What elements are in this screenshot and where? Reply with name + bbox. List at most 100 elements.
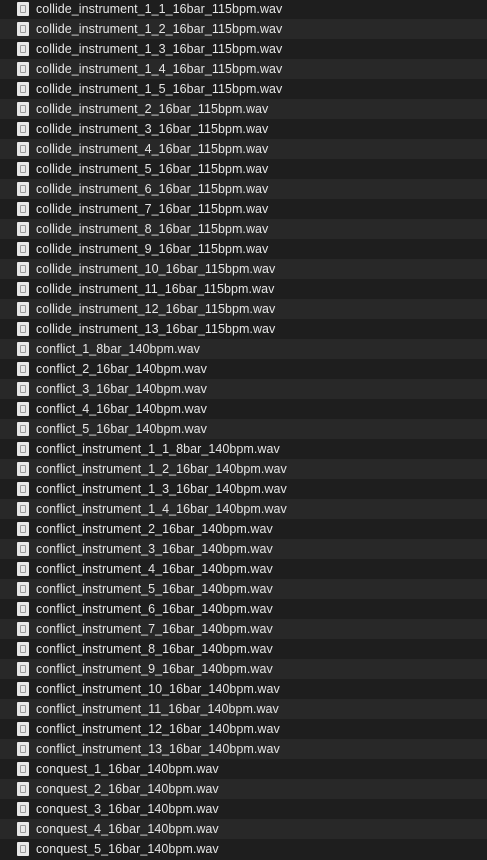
file-name: collide_instrument_1_5_16bar_115bpm.wav bbox=[36, 82, 283, 96]
audio-file-icon bbox=[17, 42, 29, 56]
audio-file-icon bbox=[17, 102, 29, 116]
file-row[interactable]: collide_instrument_2_16bar_115bpm.wav bbox=[0, 99, 487, 119]
file-name: collide_instrument_11_16bar_115bpm.wav bbox=[36, 282, 275, 296]
file-name: collide_instrument_1_3_16bar_115bpm.wav bbox=[36, 42, 283, 56]
file-name: conflict_1_8bar_140bpm.wav bbox=[36, 342, 200, 356]
file-row[interactable]: conflict_instrument_6_16bar_140bpm.wav bbox=[0, 599, 487, 619]
audio-file-icon bbox=[17, 242, 29, 256]
file-row[interactable]: conflict_instrument_3_16bar_140bpm.wav bbox=[0, 539, 487, 559]
file-name: conflict_instrument_10_16bar_140bpm.wav bbox=[36, 682, 280, 696]
file-name: conflict_instrument_4_16bar_140bpm.wav bbox=[36, 562, 273, 576]
file-name: conquest_4_16bar_140bpm.wav bbox=[36, 822, 219, 836]
file-name: conflict_instrument_3_16bar_140bpm.wav bbox=[36, 542, 273, 556]
file-row[interactable]: collide_instrument_1_3_16bar_115bpm.wav bbox=[0, 39, 487, 59]
file-row[interactable]: collide_instrument_12_16bar_115bpm.wav bbox=[0, 299, 487, 319]
audio-file-icon bbox=[17, 22, 29, 36]
audio-file-icon bbox=[17, 402, 29, 416]
file-name: conflict_2_16bar_140bpm.wav bbox=[36, 362, 207, 376]
audio-file-icon bbox=[17, 502, 29, 516]
file-row[interactable]: collide_instrument_1_1_16bar_115bpm.wav bbox=[0, 0, 487, 19]
file-row[interactable]: conflict_instrument_2_16bar_140bpm.wav bbox=[0, 519, 487, 539]
file-name: collide_instrument_10_16bar_115bpm.wav bbox=[36, 262, 276, 276]
audio-file-icon bbox=[17, 162, 29, 176]
file-name: collide_instrument_1_2_16bar_115bpm.wav bbox=[36, 22, 283, 36]
file-row[interactable]: conflict_instrument_1_2_16bar_140bpm.wav bbox=[0, 459, 487, 479]
file-row[interactable]: collide_instrument_13_16bar_115bpm.wav bbox=[0, 319, 487, 339]
file-row[interactable]: collide_instrument_3_16bar_115bpm.wav bbox=[0, 119, 487, 139]
audio-file-icon bbox=[17, 522, 29, 536]
file-row[interactable]: collide_instrument_1_2_16bar_115bpm.wav bbox=[0, 19, 487, 39]
audio-file-icon bbox=[17, 542, 29, 556]
audio-file-icon bbox=[17, 622, 29, 636]
file-name: conquest_5_16bar_140bpm.wav bbox=[36, 842, 219, 856]
file-row[interactable]: conflict_instrument_9_16bar_140bpm.wav bbox=[0, 659, 487, 679]
file-name: conflict_instrument_11_16bar_140bpm.wav bbox=[36, 702, 279, 716]
audio-file-icon bbox=[17, 602, 29, 616]
file-name: conquest_3_16bar_140bpm.wav bbox=[36, 802, 219, 816]
audio-file-icon bbox=[17, 302, 29, 316]
file-name: conflict_instrument_1_3_16bar_140bpm.wav bbox=[36, 482, 287, 496]
file-row[interactable]: conquest_1_16bar_140bpm.wav bbox=[0, 759, 487, 779]
file-row[interactable]: collide_instrument_4_16bar_115bpm.wav bbox=[0, 139, 487, 159]
file-row[interactable]: collide_instrument_11_16bar_115bpm.wav bbox=[0, 279, 487, 299]
audio-file-icon bbox=[17, 662, 29, 676]
audio-file-icon bbox=[17, 682, 29, 696]
file-name: collide_instrument_6_16bar_115bpm.wav bbox=[36, 182, 269, 196]
file-row[interactable]: conflict_instrument_10_16bar_140bpm.wav bbox=[0, 679, 487, 699]
file-row[interactable]: collide_instrument_10_16bar_115bpm.wav bbox=[0, 259, 487, 279]
file-row[interactable]: collide_instrument_7_16bar_115bpm.wav bbox=[0, 199, 487, 219]
file-row[interactable]: conflict_5_16bar_140bpm.wav bbox=[0, 419, 487, 439]
audio-file-icon bbox=[17, 62, 29, 76]
audio-file-icon bbox=[17, 2, 29, 16]
audio-file-icon bbox=[17, 362, 29, 376]
audio-file-icon bbox=[17, 782, 29, 796]
file-row[interactable]: collide_instrument_9_16bar_115bpm.wav bbox=[0, 239, 487, 259]
file-name: conflict_instrument_13_16bar_140bpm.wav bbox=[36, 742, 280, 756]
file-row[interactable]: conflict_3_16bar_140bpm.wav bbox=[0, 379, 487, 399]
file-name: conflict_instrument_2_16bar_140bpm.wav bbox=[36, 522, 273, 536]
file-row[interactable]: conflict_instrument_1_1_8bar_140bpm.wav bbox=[0, 439, 487, 459]
file-row[interactable]: collide_instrument_8_16bar_115bpm.wav bbox=[0, 219, 487, 239]
file-row[interactable]: collide_instrument_6_16bar_115bpm.wav bbox=[0, 179, 487, 199]
audio-file-icon bbox=[17, 562, 29, 576]
file-row[interactable]: conflict_instrument_4_16bar_140bpm.wav bbox=[0, 559, 487, 579]
file-row[interactable]: conflict_instrument_12_16bar_140bpm.wav bbox=[0, 719, 487, 739]
file-name: conflict_5_16bar_140bpm.wav bbox=[36, 422, 207, 436]
file-row[interactable]: conflict_instrument_1_4_16bar_140bpm.wav bbox=[0, 499, 487, 519]
file-row[interactable]: conflict_instrument_7_16bar_140bpm.wav bbox=[0, 619, 487, 639]
audio-file-icon bbox=[17, 422, 29, 436]
file-name: conflict_3_16bar_140bpm.wav bbox=[36, 382, 207, 396]
file-row[interactable]: collide_instrument_1_4_16bar_115bpm.wav bbox=[0, 59, 487, 79]
file-row[interactable]: conflict_instrument_11_16bar_140bpm.wav bbox=[0, 699, 487, 719]
file-row[interactable]: conquest_3_16bar_140bpm.wav bbox=[0, 799, 487, 819]
file-name: collide_instrument_4_16bar_115bpm.wav bbox=[36, 142, 269, 156]
audio-file-icon bbox=[17, 262, 29, 276]
file-row[interactable]: conflict_instrument_5_16bar_140bpm.wav bbox=[0, 579, 487, 599]
audio-file-icon bbox=[17, 222, 29, 236]
file-name: collide_instrument_2_16bar_115bpm.wav bbox=[36, 102, 269, 116]
file-name: collide_instrument_3_16bar_115bpm.wav bbox=[36, 122, 269, 136]
audio-file-icon bbox=[17, 642, 29, 656]
file-row[interactable]: conquest_2_16bar_140bpm.wav bbox=[0, 779, 487, 799]
file-row[interactable]: conflict_1_8bar_140bpm.wav bbox=[0, 339, 487, 359]
file-name: collide_instrument_1_4_16bar_115bpm.wav bbox=[36, 62, 283, 76]
file-name: collide_instrument_9_16bar_115bpm.wav bbox=[36, 242, 269, 256]
file-row[interactable]: conflict_instrument_1_3_16bar_140bpm.wav bbox=[0, 479, 487, 499]
file-row[interactable]: conflict_4_16bar_140bpm.wav bbox=[0, 399, 487, 419]
file-name: conflict_instrument_5_16bar_140bpm.wav bbox=[36, 582, 273, 596]
file-name: collide_instrument_13_16bar_115bpm.wav bbox=[36, 322, 276, 336]
file-row[interactable]: collide_instrument_1_5_16bar_115bpm.wav bbox=[0, 79, 487, 99]
file-row[interactable]: conquest_4_16bar_140bpm.wav bbox=[0, 819, 487, 839]
file-name: conflict_instrument_12_16bar_140bpm.wav bbox=[36, 722, 280, 736]
file-row[interactable]: conflict_2_16bar_140bpm.wav bbox=[0, 359, 487, 379]
file-row[interactable]: collide_instrument_5_16bar_115bpm.wav bbox=[0, 159, 487, 179]
audio-file-icon bbox=[17, 762, 29, 776]
file-row[interactable]: conflict_instrument_8_16bar_140bpm.wav bbox=[0, 639, 487, 659]
file-name: collide_instrument_7_16bar_115bpm.wav bbox=[36, 202, 269, 216]
file-row[interactable]: conflict_instrument_13_16bar_140bpm.wav bbox=[0, 739, 487, 759]
file-row[interactable]: conquest_5_16bar_140bpm.wav bbox=[0, 839, 487, 859]
audio-file-icon bbox=[17, 842, 29, 856]
audio-file-icon bbox=[17, 142, 29, 156]
audio-file-icon bbox=[17, 342, 29, 356]
audio-file-icon bbox=[17, 82, 29, 96]
